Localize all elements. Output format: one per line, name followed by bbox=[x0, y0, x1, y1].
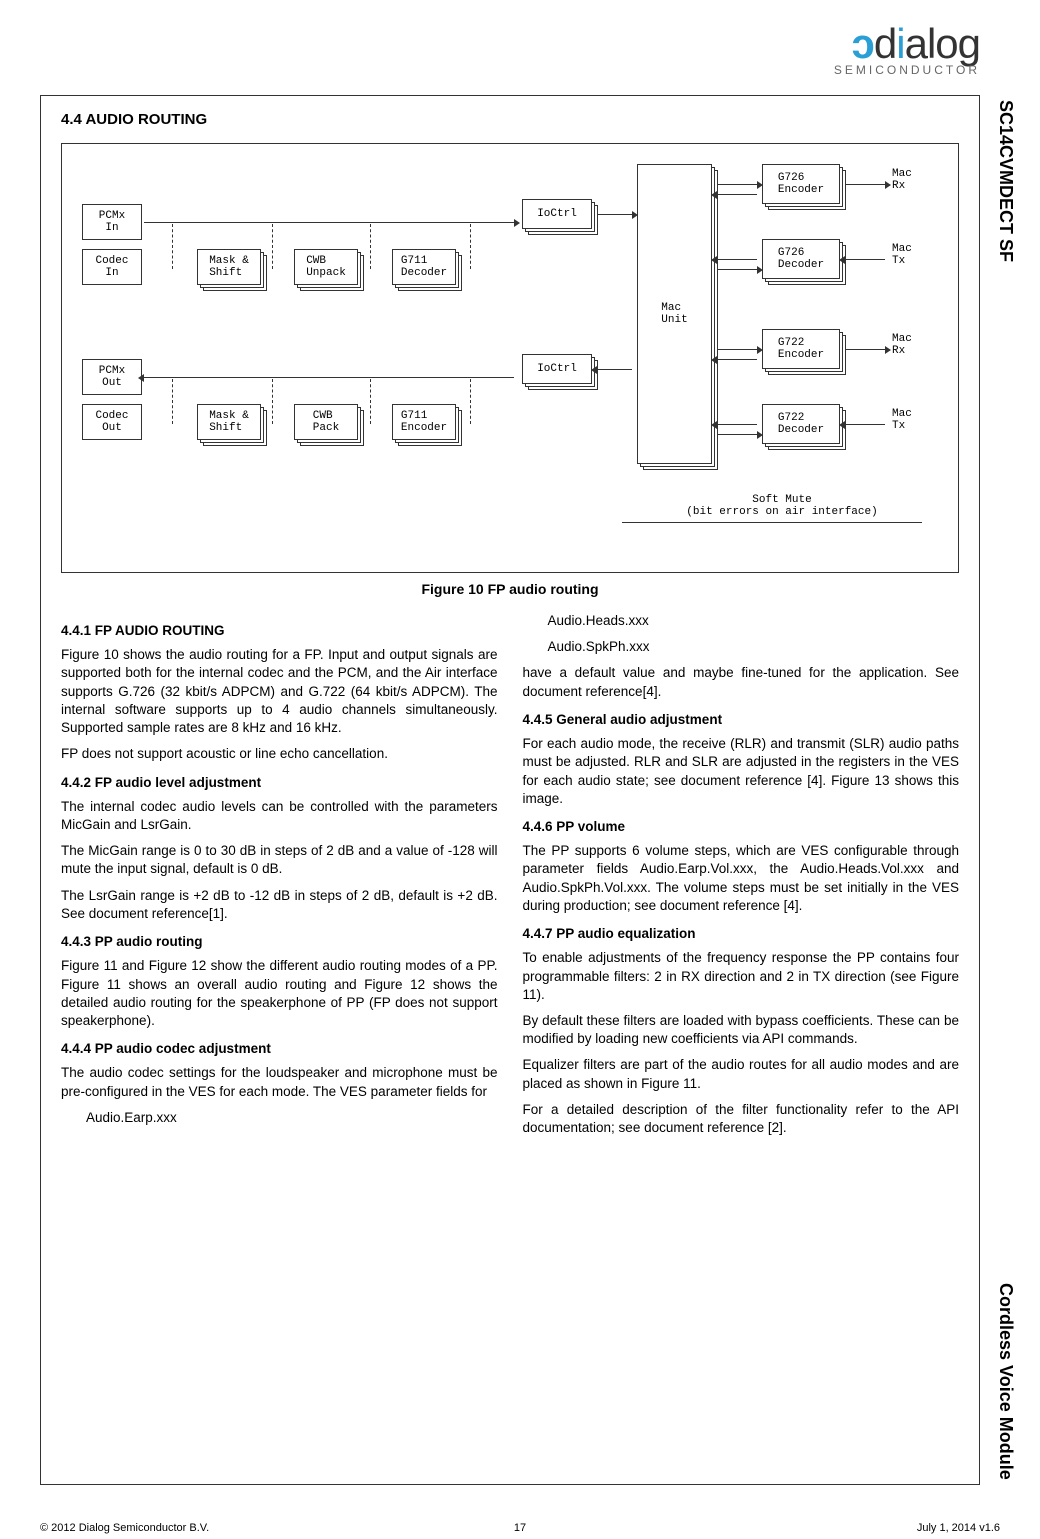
doc-module: Cordless Voice Module bbox=[995, 1283, 1016, 1480]
block-mask-shift-bot: Mask & Shift bbox=[197, 404, 261, 440]
dashed bbox=[370, 379, 371, 424]
h-442: 4.4.2 FP audio level adjustment bbox=[61, 774, 498, 792]
arrow bbox=[717, 259, 757, 260]
p-444i3: Audio.SpkPh.xxx bbox=[548, 638, 960, 656]
footer-date-version: July 1, 2014 v1.6 bbox=[917, 1522, 1000, 1534]
p-447c: Equalizer filters are part of the audio … bbox=[523, 1056, 960, 1092]
arrow bbox=[144, 222, 514, 223]
figure-diagram: PCMx In Codec In PCMx Out Codec Out Mask… bbox=[61, 143, 959, 573]
footer-copyright: © 2012 Dialog Semiconductor B.V. bbox=[40, 1522, 209, 1534]
p-447b: By default these filters are loaded with… bbox=[523, 1012, 960, 1048]
page: ɔdialog SEMICONDUCTOR SC14CVMDECT SF Cor… bbox=[40, 20, 1000, 1500]
p-444b: have a default value and maybe fine-tune… bbox=[523, 664, 960, 700]
col-left: 4.4.1 FP AUDIO ROUTING Figure 10 shows t… bbox=[61, 612, 498, 1145]
block-cwb-unpack: CWB Unpack bbox=[294, 249, 358, 285]
label-mac-tx-2: Mac Tx bbox=[892, 408, 912, 432]
block-mask-shift-top: Mask & Shift bbox=[197, 249, 261, 285]
p-442b: The MicGain range is 0 to 30 dB in steps… bbox=[61, 842, 498, 878]
block-codec-out: Codec Out bbox=[82, 404, 142, 440]
block-g722-dec: G722 Decoder bbox=[762, 404, 840, 444]
dashed bbox=[272, 224, 273, 269]
h-444: 4.4.4 PP audio codec adjustment bbox=[61, 1040, 498, 1058]
dashed bbox=[370, 224, 371, 269]
arrow bbox=[845, 424, 885, 425]
p-446: The PP supports 6 volume steps, which ar… bbox=[523, 842, 960, 915]
label-mac-rx-1: Mac Rx bbox=[892, 168, 912, 192]
arrow bbox=[845, 259, 885, 260]
block-g722-enc: G722 Encoder bbox=[762, 329, 840, 369]
footer-page-num: 17 bbox=[514, 1522, 526, 1534]
arrow bbox=[845, 184, 885, 185]
block-pcmx-out: PCMx Out bbox=[82, 359, 142, 395]
dashed bbox=[470, 379, 471, 424]
arrow bbox=[717, 434, 757, 435]
h-441: 4.4.1 FP AUDIO ROUTING bbox=[61, 622, 498, 640]
dashed bbox=[172, 379, 173, 424]
label-mac-tx-1: Mac Tx bbox=[892, 243, 912, 267]
p-443: Figure 11 and Figure 12 show the differe… bbox=[61, 957, 498, 1030]
right-sidebar: SC14CVMDECT SF Cordless Voice Module bbox=[995, 100, 1025, 1500]
content-frame: 4.4 AUDIO ROUTING PCMx In Codec In PCMx … bbox=[40, 95, 980, 1485]
dashed bbox=[470, 224, 471, 269]
p-447a: To enable adjustments of the frequency r… bbox=[523, 949, 960, 1004]
h-447: 4.4.7 PP audio equalization bbox=[523, 925, 960, 943]
label-mac-rx-2: Mac Rx bbox=[892, 333, 912, 357]
h-445: 4.4.5 General audio adjustment bbox=[523, 711, 960, 729]
h-446: 4.4.6 PP volume bbox=[523, 818, 960, 836]
block-g726-dec: G726 Decoder bbox=[762, 239, 840, 279]
block-cwb-pack: CWB Pack bbox=[294, 404, 358, 440]
p-444: The audio codec settings for the loudspe… bbox=[61, 1064, 498, 1100]
figure-caption: Figure 10 FP audio routing bbox=[61, 581, 959, 597]
p-441b: FP does not support acoustic or line ech… bbox=[61, 745, 498, 763]
arrow bbox=[717, 194, 757, 195]
dashed bbox=[272, 379, 273, 424]
arrow bbox=[717, 359, 757, 360]
arrow bbox=[717, 349, 757, 350]
body-columns: 4.4.1 FP AUDIO ROUTING Figure 10 shows t… bbox=[61, 612, 959, 1145]
arrow bbox=[845, 349, 885, 350]
p-442a: The internal codec audio levels can be c… bbox=[61, 798, 498, 834]
arrow bbox=[597, 214, 632, 215]
brand-logo: ɔdialog SEMICONDUCTOR bbox=[834, 20, 980, 77]
arrow bbox=[717, 424, 757, 425]
brand-sub: SEMICONDUCTOR bbox=[834, 63, 980, 77]
dashed bbox=[172, 224, 173, 269]
p-445: For each audio mode, the receive (RLR) a… bbox=[523, 735, 960, 808]
col-right: Audio.Heads.xxx Audio.SpkPh.xxx have a d… bbox=[523, 612, 960, 1145]
arrow bbox=[717, 269, 757, 270]
block-ioctrl-top: IoCtrl bbox=[522, 199, 592, 229]
label-soft-mute: Soft Mute (bit errors on air interface) bbox=[652, 494, 912, 518]
section-title: 4.4 AUDIO ROUTING bbox=[61, 111, 959, 128]
arrow bbox=[597, 369, 632, 370]
block-pcmx-in: PCMx In bbox=[82, 204, 142, 240]
soft-mute-underline bbox=[622, 522, 922, 523]
block-ioctrl-bot: IoCtrl bbox=[522, 354, 592, 384]
block-g726-enc: G726 Encoder bbox=[762, 164, 840, 204]
p-444i1: Audio.Earp.xxx bbox=[86, 1109, 498, 1127]
block-g711-enc: G711 Encoder bbox=[392, 404, 456, 440]
p-442c: The LsrGain range is +2 dB to -12 dB in … bbox=[61, 887, 498, 923]
p-441: Figure 10 shows the audio routing for a … bbox=[61, 646, 498, 737]
p-444i2: Audio.Heads.xxx bbox=[548, 612, 960, 630]
page-footer: © 2012 Dialog Semiconductor B.V. 17 July… bbox=[40, 1522, 1000, 1534]
h-443: 4.4.3 PP audio routing bbox=[61, 933, 498, 951]
block-g711-dec: G711 Decoder bbox=[392, 249, 456, 285]
p-447d: For a detailed description of the filter… bbox=[523, 1101, 960, 1137]
block-codec-in: Codec In bbox=[82, 249, 142, 285]
block-mac-unit: Mac Unit bbox=[637, 164, 712, 464]
doc-code: SC14CVMDECT SF bbox=[995, 100, 1016, 262]
arrow bbox=[717, 184, 757, 185]
arrow bbox=[144, 377, 514, 378]
